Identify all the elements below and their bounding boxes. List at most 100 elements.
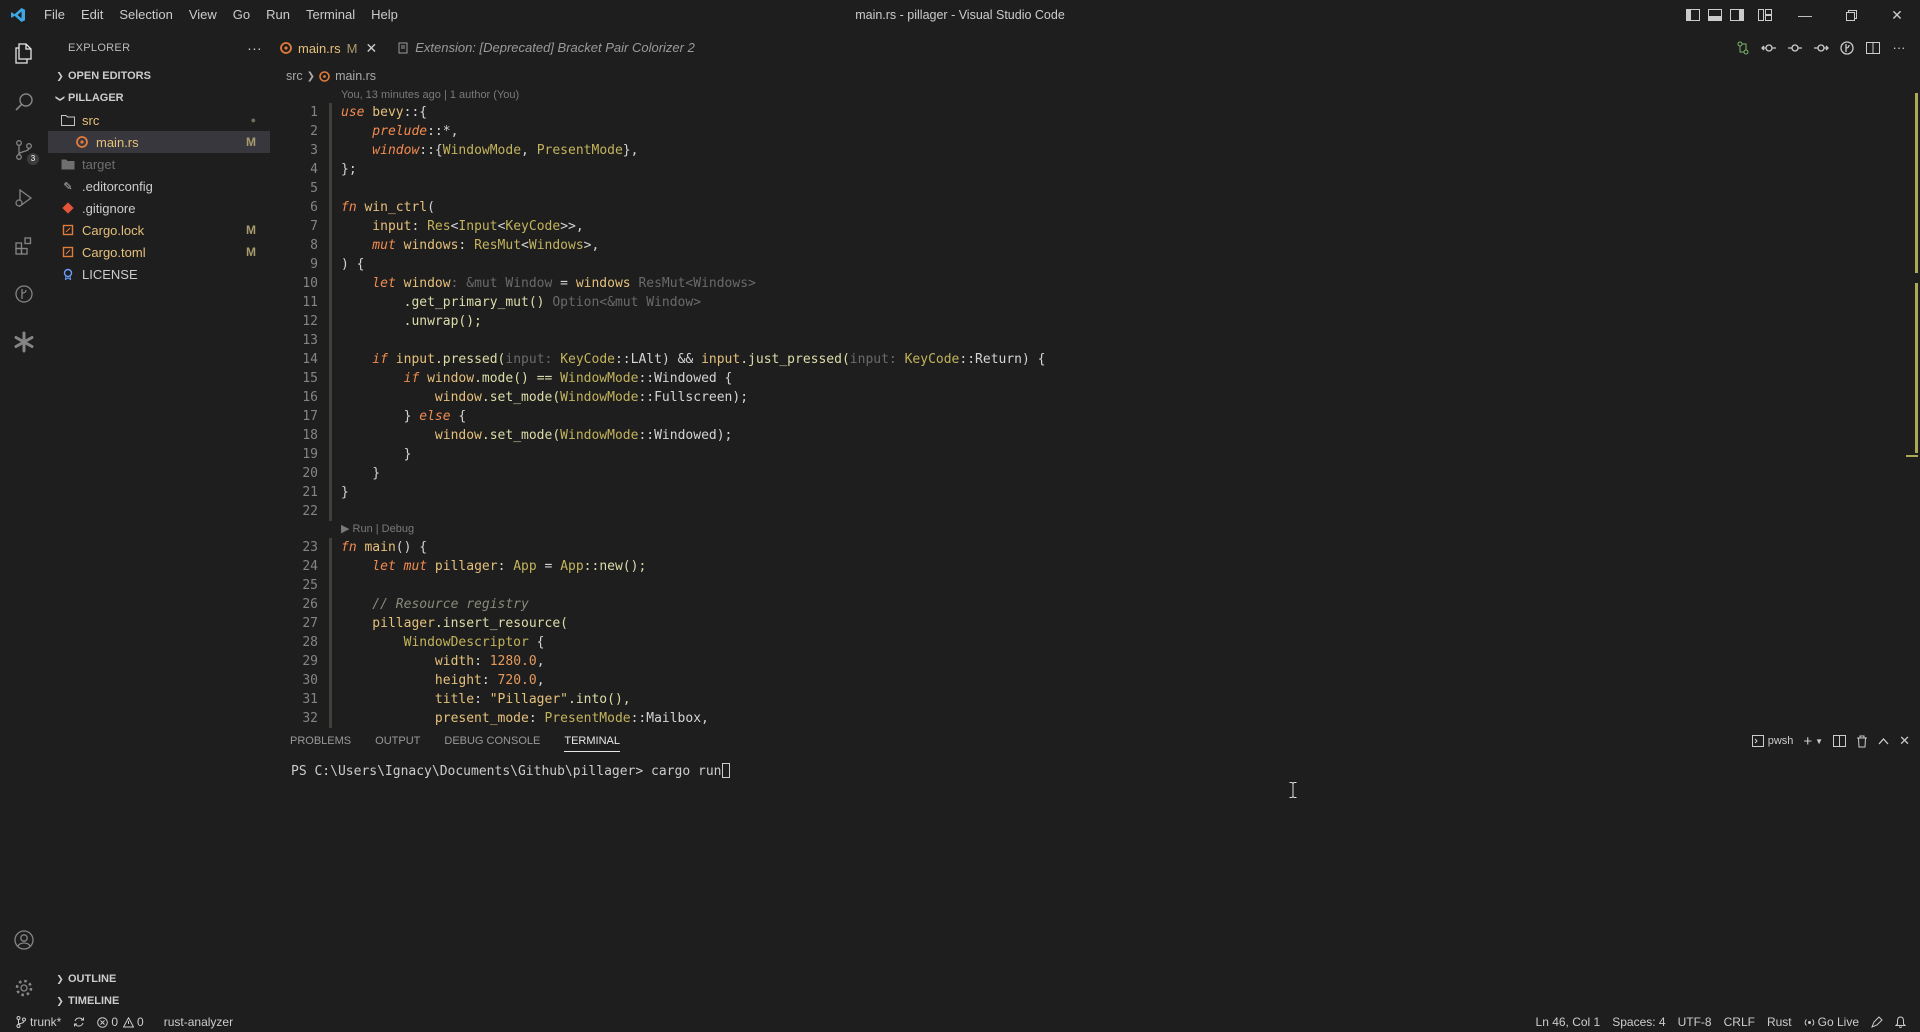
outline-section[interactable]: ❯ OUTLINE bbox=[48, 968, 270, 990]
indent-guide bbox=[329, 293, 332, 312]
git-graph-icon[interactable] bbox=[0, 270, 48, 318]
close-tab-icon[interactable]: ✕ bbox=[365, 40, 377, 57]
tab-main-rs[interactable]: main.rs M ✕ bbox=[270, 30, 387, 65]
breadcrumb-file[interactable]: main.rs bbox=[335, 69, 376, 83]
code-editor[interactable]: You, 13 minutes ago | 1 author (You) 1 us… bbox=[270, 87, 1920, 751]
gutter bbox=[318, 709, 341, 728]
menu-view[interactable]: View bbox=[181, 0, 225, 30]
tab-debug-console[interactable]: DEBUG CONSOLE bbox=[444, 730, 540, 752]
cursor-position-status[interactable]: Ln 46, Col 1 bbox=[1530, 1012, 1607, 1032]
eol-status[interactable]: CRLF bbox=[1718, 1012, 1761, 1032]
menu-run[interactable]: Run bbox=[258, 0, 298, 30]
language-mode-status[interactable]: Rust bbox=[1761, 1012, 1798, 1032]
notifications-bell-icon[interactable] bbox=[1889, 1012, 1912, 1032]
toggle-primary-sidebar-icon[interactable] bbox=[1682, 0, 1704, 30]
menu-go[interactable]: Go bbox=[225, 0, 258, 30]
more-editor-actions-icon[interactable]: ··· bbox=[1886, 35, 1912, 61]
chevron-down-icon[interactable]: ▼ bbox=[1815, 737, 1823, 746]
line-number: 18 bbox=[302, 428, 318, 443]
code-token: 720.0 bbox=[497, 673, 537, 688]
open-changes-icon[interactable] bbox=[1730, 35, 1756, 61]
code-token: } else { bbox=[341, 407, 467, 426]
tree-folder-src[interactable]: src ● bbox=[48, 109, 270, 131]
more-actions-icon[interactable]: ··· bbox=[247, 40, 262, 56]
toggle-panel-icon[interactable] bbox=[1704, 0, 1726, 30]
maximize-panel-icon[interactable] bbox=[1878, 737, 1889, 745]
problems-status[interactable]: 0 0 bbox=[91, 1012, 149, 1032]
tab-bar: main.rs M ✕ Extension: [Deprecated] Brac… bbox=[270, 30, 1920, 65]
git-previous-change-icon[interactable] bbox=[1756, 35, 1782, 61]
split-editor-icon[interactable] bbox=[1860, 35, 1886, 61]
timeline-section[interactable]: ❯ TIMELINE bbox=[48, 990, 270, 1012]
split-terminal-icon[interactable] bbox=[1833, 735, 1847, 747]
run-debug-codelens[interactable]: ▶ Run | Debug bbox=[270, 521, 1920, 538]
git-blame-codelens[interactable]: You, 13 minutes ago | 1 author (You) bbox=[270, 87, 1920, 103]
manage-gear-icon[interactable] bbox=[0, 964, 48, 1012]
restore-button[interactable] bbox=[1828, 0, 1874, 30]
tree-file-editorconfig[interactable]: ✎ .editorconfig bbox=[48, 175, 270, 197]
rust-analyzer-status[interactable]: rust-analyzer bbox=[158, 1012, 239, 1032]
menu-selection[interactable]: Selection bbox=[111, 0, 180, 30]
git-commit-icon[interactable] bbox=[1782, 35, 1808, 61]
code-token: WindowDescriptor { bbox=[341, 633, 545, 652]
close-panel-icon[interactable]: ✕ bbox=[1899, 733, 1910, 749]
scroll-change-marker bbox=[1915, 283, 1918, 453]
run-debug-icon[interactable] bbox=[0, 174, 48, 222]
minimize-button[interactable]: — bbox=[1782, 0, 1828, 30]
project-section[interactable]: ❯ PILLAGER bbox=[48, 87, 270, 109]
tree-file-main-rs[interactable]: main.rs M bbox=[48, 131, 270, 153]
menu-terminal[interactable]: Terminal bbox=[298, 0, 363, 30]
terminal-shell-selector[interactable]: pwsh bbox=[1751, 735, 1793, 747]
code-token: prelude::*, bbox=[341, 122, 458, 141]
search-icon[interactable] bbox=[0, 78, 48, 126]
source-control-icon[interactable]: 3 bbox=[0, 126, 48, 174]
rust-extension-icon[interactable] bbox=[0, 318, 48, 366]
gutter bbox=[318, 557, 341, 576]
code-token: else bbox=[419, 409, 451, 424]
kill-terminal-trash-icon[interactable] bbox=[1856, 735, 1868, 748]
tab-output[interactable]: OUTPUT bbox=[375, 730, 420, 752]
git-file-icon bbox=[60, 200, 76, 216]
tree-file-cargo-lock[interactable]: Cargo.lock M bbox=[48, 219, 270, 241]
customize-layout-icon[interactable] bbox=[1748, 0, 1782, 30]
code-token: .set_mode( bbox=[481, 428, 561, 443]
account-icon[interactable] bbox=[0, 916, 48, 964]
go-live-status[interactable]: Go Live bbox=[1798, 1012, 1865, 1032]
bottom-panel: PROBLEMS OUTPUT DEBUG CONSOLE TERMINAL p… bbox=[270, 729, 1920, 1012]
git-branch-status[interactable]: trunk* bbox=[10, 1012, 67, 1032]
extensions-icon[interactable] bbox=[0, 222, 48, 270]
tree-file-gitignore[interactable]: .gitignore bbox=[48, 197, 270, 219]
license-icon bbox=[60, 266, 76, 282]
gutter bbox=[318, 160, 341, 179]
toggle-secondary-sidebar-icon[interactable] bbox=[1726, 0, 1748, 30]
menu-edit[interactable]: Edit bbox=[73, 0, 111, 30]
tab-extension-bracket-pair[interactable]: Extension: [Deprecated] Bracket Pair Col… bbox=[387, 30, 705, 65]
tree-file-cargo-toml[interactable]: Cargo.toml M bbox=[48, 241, 270, 263]
explorer-icon[interactable] bbox=[0, 30, 48, 78]
indent-guide bbox=[329, 483, 332, 502]
tree-folder-target[interactable]: target bbox=[48, 153, 270, 175]
tree-file-license[interactable]: LICENSE bbox=[48, 263, 270, 285]
new-terminal-icon[interactable]: + bbox=[1803, 733, 1812, 750]
gitlens-icon[interactable] bbox=[1834, 35, 1860, 61]
line-number: 8 bbox=[310, 238, 318, 253]
sync-icon[interactable] bbox=[67, 1012, 91, 1032]
terminal-output[interactable]: PS C:\Users\Ignacy\Documents\Github\pill… bbox=[270, 753, 1920, 779]
line-number: 14 bbox=[302, 352, 318, 367]
editor-scrollbar[interactable] bbox=[1906, 87, 1920, 727]
code-token: ::new(); bbox=[583, 559, 647, 574]
code-token: ::Mailbox, bbox=[630, 711, 709, 726]
menu-file[interactable]: File bbox=[36, 0, 73, 30]
menu-help[interactable]: Help bbox=[363, 0, 406, 30]
tab-terminal[interactable]: TERMINAL bbox=[564, 730, 620, 752]
breadcrumb-folder[interactable]: src bbox=[286, 69, 303, 83]
open-editors-section[interactable]: ❯ OPEN EDITORS bbox=[48, 65, 270, 87]
close-window-button[interactable]: ✕ bbox=[1874, 0, 1920, 30]
line-number: 12 bbox=[302, 314, 318, 329]
tab-problems[interactable]: PROBLEMS bbox=[290, 730, 351, 752]
feedback-icon[interactable] bbox=[1865, 1012, 1889, 1032]
encoding-status[interactable]: UTF-8 bbox=[1672, 1012, 1718, 1032]
indentation-status[interactable]: Spaces: 4 bbox=[1606, 1012, 1671, 1032]
git-next-change-icon[interactable] bbox=[1808, 35, 1834, 61]
indent-guide bbox=[329, 179, 332, 198]
